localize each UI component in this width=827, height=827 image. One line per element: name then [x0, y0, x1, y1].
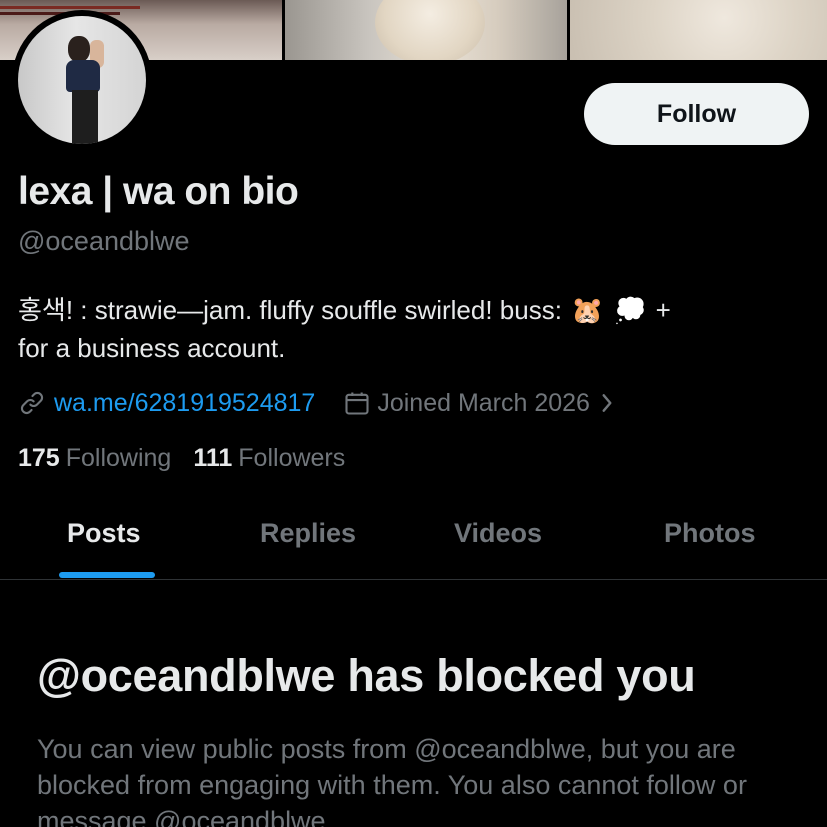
user-handle: @oceandblwe [18, 226, 190, 256]
avatar[interactable] [12, 10, 152, 150]
thought-bubble-emoji-icon: 💭 [614, 295, 647, 325]
banner-image-2 [285, 0, 567, 60]
profile-tabs: Posts Replies Videos Photos [0, 500, 827, 580]
calendar-icon [343, 389, 371, 417]
follow-stats: 175 Following 111 Followers [18, 444, 345, 473]
bio-text: 홍색! : strawie—jam. fluffy souffle swirle… [18, 295, 562, 325]
joined-date: Joined March 2026 [377, 388, 590, 417]
profile-meta: wa.me/6281919524817 Joined March 2026 [18, 386, 616, 420]
following-link[interactable]: 175 Following [18, 444, 171, 473]
blocked-message: You can view public posts from @oceandbl… [37, 734, 747, 827]
chevron-right-icon[interactable] [598, 392, 616, 414]
bio-plus: + [655, 295, 671, 325]
link-icon [18, 389, 46, 417]
display-name: lexa | wa on bio [18, 170, 299, 213]
bio-line-2: for a business account. [18, 333, 286, 363]
followers-count: 111 [193, 444, 233, 472]
tab-photos[interactable]: Photos [664, 518, 756, 549]
profile-bio: 홍색! : strawie—jam. fluffy souffle swirle… [18, 291, 808, 367]
following-label: Following [65, 444, 172, 472]
tab-videos[interactable]: Videos [454, 518, 542, 549]
profile-link[interactable]: wa.me/6281919524817 [54, 389, 315, 418]
avatar-photo [18, 16, 146, 144]
follow-button[interactable]: Follow [584, 83, 809, 145]
following-count: 175 [18, 444, 60, 472]
followers-label: Followers [238, 444, 346, 472]
blocked-title: @oceandblwe has blocked you [37, 650, 696, 701]
tab-replies[interactable]: Replies [260, 518, 356, 549]
active-tab-indicator [59, 572, 155, 578]
tab-posts[interactable]: Posts [67, 518, 141, 549]
hamster-emoji-icon: 🐹 [571, 295, 604, 325]
banner-image-3 [570, 0, 827, 60]
followers-link[interactable]: 111 Followers [193, 444, 345, 473]
